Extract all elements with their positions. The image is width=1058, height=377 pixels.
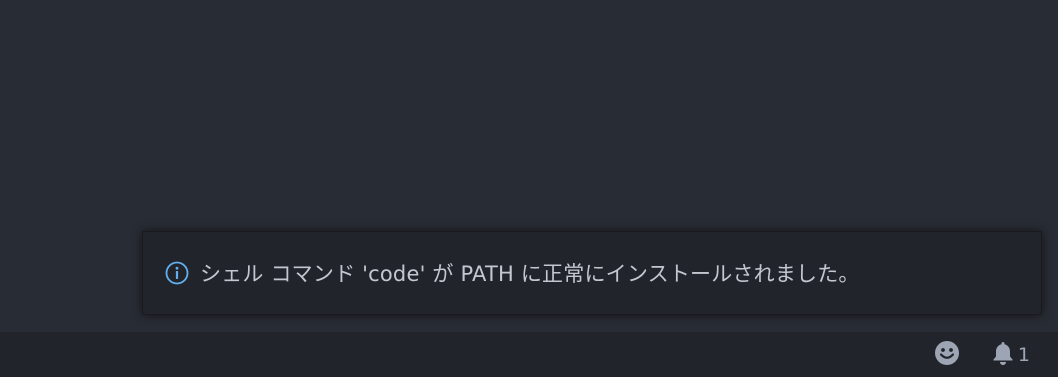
status-bar: 1 (0, 332, 1058, 377)
notification-count: 1 (1017, 343, 1030, 366)
bell-icon (991, 340, 1015, 370)
feedback-button[interactable] (934, 332, 960, 377)
notification-toast[interactable]: シェル コマンド 'code' が PATH に正常にインストールされました。 (142, 231, 1042, 315)
notification-message: シェル コマンド 'code' が PATH に正常にインストールされました。 (200, 262, 860, 286)
info-icon (164, 260, 190, 286)
smiley-icon (934, 340, 960, 370)
notifications-button[interactable]: 1 (991, 332, 1030, 377)
